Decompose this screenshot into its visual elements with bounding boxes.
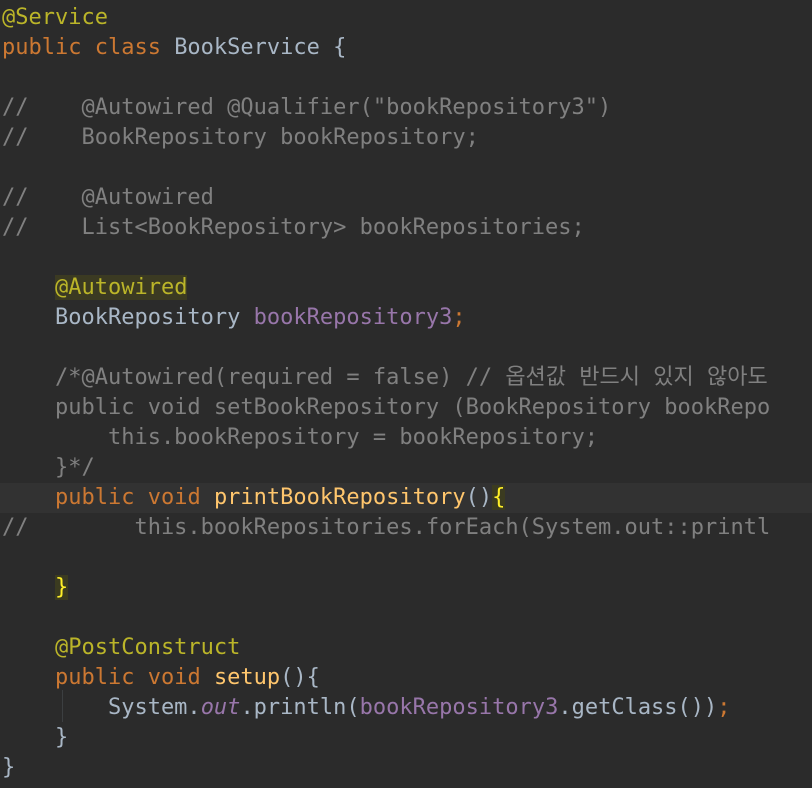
code-token: ;: [717, 695, 731, 720]
code-token: {: [492, 485, 506, 510]
code-line[interactable]: }: [0, 753, 812, 783]
code-line[interactable]: public void setup(){: [0, 663, 812, 693]
code-token: public: [54, 485, 148, 510]
code-token: }*/: [2, 455, 95, 480]
code-line[interactable]: public void setBookRepository (BookRepos…: [0, 393, 812, 423]
code-line[interactable]: // @Autowired @Qualifier("bookRepository…: [0, 93, 812, 123]
code-token: printBookRepository: [213, 485, 466, 510]
code-line[interactable]: /*@Autowired(required = false) // 옵션값 반드…: [0, 363, 812, 393]
code-token: // BookRepository bookRepository;: [2, 125, 479, 150]
code-token: public class: [2, 35, 175, 60]
code-token: .println(: [240, 695, 360, 720]
code-token: }: [2, 725, 69, 750]
code-token: BookRepository: [2, 305, 254, 330]
code-token: }: [2, 755, 16, 780]
code-token: public: [2, 665, 148, 690]
code-line[interactable]: // @Autowired: [0, 183, 812, 213]
code-line[interactable]: }: [0, 723, 812, 753]
code-token: .getClass()): [558, 695, 718, 720]
code-line[interactable]: }*/: [0, 453, 812, 483]
code-token: ;: [452, 305, 466, 330]
code-editor[interactable]: @Service public class BookService { // @Au…: [0, 0, 812, 788]
code-token: // @Autowired: [2, 185, 214, 210]
code-line[interactable]: [0, 243, 812, 273]
code-token: out: [200, 695, 241, 720]
code-line[interactable]: [0, 153, 812, 183]
code-line[interactable]: // this.bookRepositories.forEach(System.…: [0, 513, 812, 543]
code-token: public void setBookRepository (BookRepos…: [2, 395, 771, 420]
code-token: @Autowired: [54, 275, 188, 300]
code-token: // @Autowired @Qualifier("bookRepository…: [2, 95, 612, 120]
code-token: this.bookRepository = bookRepository;: [2, 425, 599, 450]
code-line[interactable]: public class BookService {: [0, 33, 812, 63]
code-token: @Service: [2, 5, 108, 30]
code-line[interactable]: System.out.println(bookRepository3.getCl…: [0, 693, 812, 723]
code-token: void: [147, 665, 214, 690]
code-token: (): [465, 485, 493, 510]
code-token: @PostConstruct: [2, 635, 241, 660]
code-line[interactable]: @Service: [0, 3, 812, 33]
code-token: // this.bookRepositories.forEach(System.…: [2, 515, 771, 540]
code-line[interactable]: [0, 333, 812, 363]
code-token: System.: [2, 695, 201, 720]
code-line[interactable]: BookRepository bookRepository3;: [0, 303, 812, 333]
code-token: bookRepository3: [359, 695, 559, 720]
code-line[interactable]: }: [0, 573, 812, 603]
code-line[interactable]: [0, 63, 812, 93]
code-token: (){: [280, 665, 320, 690]
code-line[interactable]: [0, 543, 812, 573]
code-line[interactable]: this.bookRepository = bookRepository;: [0, 423, 812, 453]
code-token: /*@Autowired(required = false) // 옵션값 반드…: [2, 365, 781, 390]
code-token: {: [333, 35, 347, 60]
code-token: // List<BookRepository> bookRepositories…: [2, 215, 585, 240]
code-token: void: [147, 485, 214, 510]
code-line[interactable]: [0, 603, 812, 633]
code-token: setup: [213, 665, 281, 690]
code-line[interactable]: @PostConstruct: [0, 633, 812, 663]
code-token: BookService: [174, 35, 334, 60]
code-line[interactable]: // List<BookRepository> bookRepositories…: [0, 213, 812, 243]
code-token: }: [54, 575, 69, 600]
code-line[interactable]: public void printBookRepository(){: [0, 483, 812, 513]
code-line[interactable]: @Autowired: [0, 273, 812, 303]
code-line[interactable]: // BookRepository bookRepository;: [0, 123, 812, 153]
code-token: bookRepository3: [253, 305, 453, 330]
